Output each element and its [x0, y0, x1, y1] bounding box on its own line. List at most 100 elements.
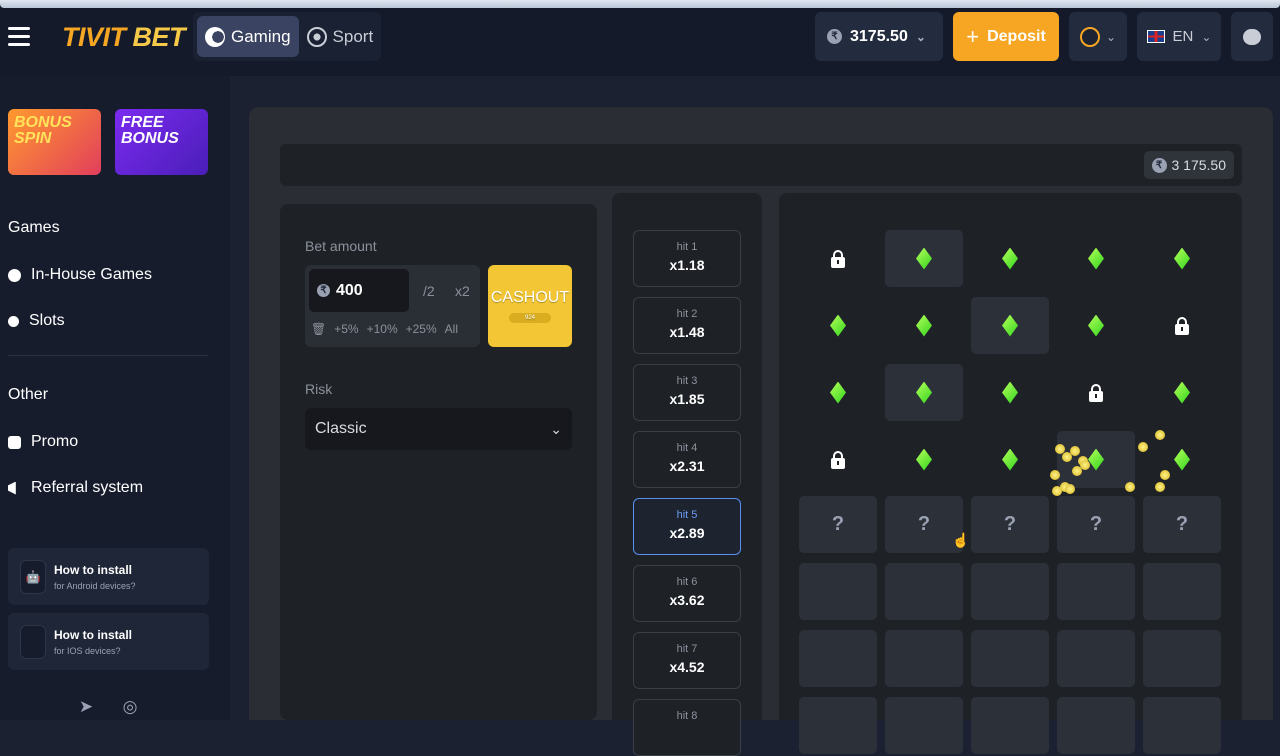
- section-other-heading: Other: [8, 386, 49, 403]
- bet-amount-input[interactable]: ₹ 400: [309, 269, 409, 312]
- hit-multiplier: x1.85: [669, 391, 705, 407]
- android-icon: 🤖: [20, 559, 46, 594]
- free-bonus-label: FREE BONUS: [121, 114, 179, 147]
- grid-cell: [885, 364, 963, 421]
- hit-multiplier: x2.89: [669, 525, 705, 541]
- lock-icon: [1175, 316, 1189, 335]
- gem-icon: [830, 314, 846, 337]
- chip-icon: [8, 268, 21, 282]
- half-bet-button[interactable]: /2: [423, 283, 435, 299]
- cashout-button[interactable]: CASHOUT 924: [488, 265, 572, 347]
- game-balance-chip: ₹ 3 175.50: [1143, 151, 1234, 179]
- currency-selector[interactable]: ⌄: [1069, 12, 1127, 61]
- grid-cell: [971, 630, 1049, 687]
- hit-label: hit 7: [676, 643, 698, 655]
- install-android-card[interactable]: 🤖 How to install for Android devices?: [8, 548, 209, 605]
- risk-value: Classic: [315, 420, 367, 437]
- gem-icon: [1002, 247, 1018, 270]
- mouse-cursor: ☝: [952, 532, 970, 548]
- top-nav: Gaming Sport: [193, 12, 381, 61]
- sidebar-item-inhouse-games[interactable]: In-House Games: [8, 266, 152, 284]
- ball-icon: [306, 26, 327, 47]
- grid-cell: [971, 431, 1049, 488]
- snow-decoration: [0, 0, 1280, 8]
- hit-multiplier: x3.62: [669, 592, 705, 608]
- tab-gaming[interactable]: Gaming: [197, 16, 299, 57]
- grid-cell[interactable]: ?: [799, 496, 877, 553]
- hit-step: hit 8: [633, 699, 741, 756]
- hit-label: hit 5: [676, 509, 698, 521]
- grid-cell: [1057, 230, 1135, 287]
- grid-cell[interactable]: ?: [1143, 496, 1221, 553]
- grid-cell: [799, 230, 877, 287]
- hit-multiplier: x1.48: [669, 324, 705, 340]
- plus-5-button[interactable]: +5%: [334, 322, 358, 336]
- hit-label: hit 2: [676, 308, 698, 320]
- currency-icon: ₹: [827, 29, 842, 44]
- grid-cell: [1057, 630, 1135, 687]
- grid-cell: [799, 297, 877, 354]
- risk-select[interactable]: Classic ⌄: [305, 408, 572, 450]
- sidebar-item-referral[interactable]: Referral system: [8, 479, 143, 497]
- grid-cell: [885, 230, 963, 287]
- language-label: EN: [1172, 28, 1194, 45]
- balance-dropdown[interactable]: ₹ 3175.50 ⌄: [815, 12, 943, 61]
- gem-icon: [916, 314, 932, 337]
- sidebar-item-label: Referral system: [31, 479, 144, 496]
- sidebar-item-slots[interactable]: Slots: [8, 312, 65, 330]
- grid-cell: [1057, 297, 1135, 354]
- coin-effect: [1155, 482, 1165, 492]
- grid-cell: [799, 630, 877, 687]
- language-selector[interactable]: EN ⌄: [1137, 12, 1221, 61]
- gem-icon: [1002, 448, 1018, 471]
- tab-sport[interactable]: Sport: [299, 16, 382, 57]
- coin-effect: [1065, 484, 1075, 494]
- chevron-down-icon: ⌄: [1201, 29, 1212, 44]
- hit-label: hit 8: [676, 710, 698, 722]
- all-button[interactable]: All: [445, 322, 458, 336]
- gem-icon: [1088, 247, 1104, 270]
- chat-button[interactable]: [1231, 12, 1273, 61]
- free-bonus-banner[interactable]: FREE BONUS: [115, 109, 208, 175]
- trash-icon[interactable]: 🗑: [311, 322, 326, 336]
- grid-cell: [799, 697, 877, 754]
- install-android-subtitle: for Android devices?: [54, 580, 136, 591]
- install-ios-card[interactable]: How to install for IOS devices?: [8, 613, 209, 670]
- plus-10-button[interactable]: +10%: [367, 322, 398, 336]
- grid-cell: [885, 297, 963, 354]
- currency-icon: ₹: [1151, 157, 1167, 173]
- bet-panel: Bet amount ₹ 400 /2 x2 🗑 +5% +10% +25% A…: [280, 204, 597, 720]
- cherry-icon: [8, 315, 19, 327]
- grid-cell[interactable]: ?: [1057, 496, 1135, 553]
- grid-cell: [971, 364, 1049, 421]
- install-ios-subtitle: for IOS devices?: [54, 645, 121, 656]
- coin-effect: [1160, 470, 1170, 480]
- double-bet-button[interactable]: x2: [455, 283, 470, 299]
- game-board: ?????: [779, 193, 1242, 754]
- gem-icon: [916, 247, 932, 270]
- menu-icon[interactable]: [8, 27, 30, 47]
- grid-cell: [799, 364, 877, 421]
- coin-effect: [1070, 446, 1080, 456]
- hit-step: hit 1 x1.18: [633, 230, 741, 287]
- apple-icon: [20, 624, 46, 659]
- hit-step: hit 7 x4.52: [633, 632, 741, 689]
- grid-cell: [971, 230, 1049, 287]
- instagram-icon[interactable]: ◎: [120, 697, 140, 717]
- plus-25-button[interactable]: +25%: [406, 322, 437, 336]
- grid-cell: [799, 431, 877, 488]
- currency-icon: ₹: [317, 284, 330, 297]
- tab-gaming-label: Gaming: [231, 26, 291, 46]
- telegram-icon[interactable]: ➤: [76, 697, 96, 717]
- sidebar-item-promo[interactable]: Promo: [8, 433, 78, 451]
- gaming-icon: [205, 26, 225, 47]
- logo[interactable]: TIVIT BET: [62, 22, 186, 53]
- gem-icon: [1174, 247, 1190, 270]
- bonus-spin-banner[interactable]: BONUS SPIN: [8, 109, 101, 175]
- coin-effect: [1125, 482, 1135, 492]
- sidebar: BONUS SPIN FREE BONUS Games In-House Gam…: [0, 76, 230, 720]
- grid-cell[interactable]: ?: [971, 496, 1049, 553]
- balance-value: 3175.50: [850, 27, 908, 45]
- chevron-down-icon: ⌄: [550, 420, 562, 437]
- deposit-button[interactable]: + Deposit: [953, 12, 1059, 61]
